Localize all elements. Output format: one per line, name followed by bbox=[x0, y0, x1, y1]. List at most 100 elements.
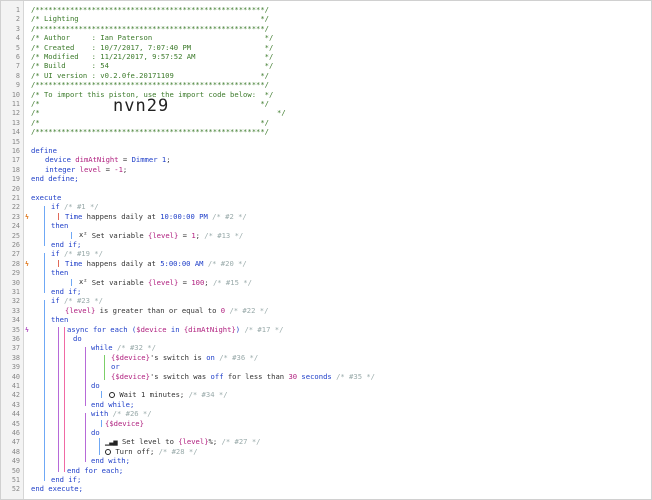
code-token: /* #23 */ bbox=[63, 296, 103, 306]
code-token: seconds bbox=[297, 371, 332, 381]
code-line: while /* #32 */ bbox=[91, 343, 156, 352]
line-number: 35 bbox=[11, 325, 20, 334]
code-token: do bbox=[73, 334, 82, 343]
created-line: /* Created : 10/7/2017, 7:07:40 PM */ bbox=[31, 42, 274, 52]
line-number: 29 bbox=[11, 269, 20, 278]
code-token: {level} bbox=[178, 437, 209, 447]
code-token: /* #36 */ bbox=[219, 352, 259, 362]
integer-keyword: integer bbox=[45, 164, 76, 174]
code-line: /***************************************… bbox=[31, 127, 269, 136]
code-token: 30 bbox=[288, 371, 298, 381]
code-token: {dimAtNight} bbox=[183, 324, 236, 334]
comment-blank: /* bbox=[31, 108, 40, 118]
code-line: do bbox=[91, 381, 100, 390]
code-token: {$device} bbox=[111, 352, 150, 362]
line-number-gutter: 1 2 3 4 5 6 7 8 9 10 11 12 13 14 15 16 17 18 19 20 21 22 23 24 2… bbox=[1, 1, 24, 499]
code-line: {$device}'s switch was off for less than… bbox=[111, 372, 375, 381]
code-line: end if; bbox=[51, 475, 81, 484]
code-token: off bbox=[210, 371, 224, 381]
code-token: $device bbox=[136, 324, 167, 334]
line-number: 33 bbox=[11, 306, 20, 315]
code-line: then bbox=[51, 268, 68, 277]
code-line: /***************************************… bbox=[31, 24, 269, 33]
code-token: then bbox=[51, 268, 69, 278]
code-line: if /* #19 */ bbox=[51, 249, 103, 258]
code-token: Set variable bbox=[87, 230, 149, 240]
code-line: integer level = -1; bbox=[45, 165, 127, 174]
line-number: 37 bbox=[11, 344, 20, 353]
code-line: /***************************************… bbox=[31, 5, 269, 14]
code-line: /* Modified : 11/21/2017, 9:57:52 AM */ bbox=[31, 52, 273, 61]
code-token: /* #19 */ bbox=[63, 249, 103, 259]
code-token: for each ( bbox=[88, 324, 137, 334]
code-line: /* Created : 10/7/2017, 7:07:40 PM */ bbox=[31, 43, 273, 52]
build-line: /* Build : 54 */ bbox=[31, 61, 274, 71]
line-number: 28 bbox=[11, 259, 20, 268]
line-number: 2 bbox=[15, 15, 20, 24]
signal-level-icon: ▁▃▅ bbox=[105, 437, 118, 446]
line-number: 14 bbox=[11, 128, 20, 137]
code-line: /***************************************… bbox=[31, 80, 269, 89]
indent-guide bbox=[85, 347, 86, 406]
code-token: while bbox=[91, 343, 113, 353]
indent-guide bbox=[85, 413, 86, 463]
code-token: /* #2 */ bbox=[212, 211, 247, 221]
code-token: happens daily at bbox=[82, 258, 161, 268]
code-line: define bbox=[31, 146, 57, 155]
trigger-time: 10:00:00 PM bbox=[160, 211, 208, 221]
code-token: happens daily at bbox=[82, 211, 161, 221]
trigger-marker-icon: ϟ bbox=[25, 212, 29, 221]
code-token: /* #20 */ bbox=[207, 258, 247, 268]
trigger-marker-icon: ϟ bbox=[25, 325, 29, 334]
code-line: Wait 1 minutes; /* #34 */ bbox=[109, 390, 228, 399]
code-line: do bbox=[91, 428, 100, 437]
end-define: end define; bbox=[31, 174, 79, 184]
code-token: Time bbox=[65, 258, 83, 268]
code-token: in bbox=[166, 324, 184, 334]
line-number: 11 bbox=[11, 100, 20, 108]
code-token: async bbox=[67, 324, 89, 334]
code-token: Set variable bbox=[87, 277, 149, 287]
line-number: 9 bbox=[15, 81, 20, 90]
code-token: /* #34 */ bbox=[188, 390, 228, 400]
code-line: ▁▃▅ Set level to {level}%; /* #27 */ bbox=[105, 437, 260, 447]
line-number: 13 bbox=[11, 118, 20, 127]
code-token: /* #32 */ bbox=[116, 343, 156, 353]
line-number: 7 bbox=[15, 62, 20, 71]
code-token: end if; bbox=[51, 240, 82, 249]
line-number: 41 bbox=[11, 382, 20, 390]
line-number: 46 bbox=[11, 429, 20, 437]
if-keyword: if bbox=[51, 296, 60, 306]
code-line: /* Lighting */ bbox=[31, 14, 269, 23]
line-number: 20 bbox=[11, 184, 20, 193]
line-number: 24 bbox=[11, 222, 20, 231]
line-number: 31 bbox=[11, 288, 20, 296]
code-line: or bbox=[111, 362, 120, 371]
line-number: 45 bbox=[11, 419, 20, 428]
line-number: 15 bbox=[11, 137, 20, 146]
header-border: /***************************************… bbox=[31, 5, 269, 14]
code-token: ; bbox=[166, 155, 171, 165]
code-token: /* #27 */ bbox=[221, 437, 261, 447]
line-number: 6 bbox=[15, 53, 20, 61]
line-number: 22 bbox=[11, 203, 20, 212]
code-line: /* UI version : v0.2.0fe.20171109 */ bbox=[31, 71, 269, 80]
line-number: 51 bbox=[11, 476, 20, 484]
code-line: /* Author : Ian Paterson */ bbox=[31, 33, 273, 42]
comment-blank: /* */ bbox=[31, 117, 269, 127]
indent-guide bbox=[44, 300, 45, 481]
indent-guide bbox=[99, 438, 100, 455]
code-line: x² Set variable {level} = 100; /* #15 */ bbox=[79, 278, 252, 288]
indent-guide bbox=[71, 231, 72, 239]
line-number: 49 bbox=[11, 457, 20, 466]
code-line: Turn off; /* #28 */ bbox=[105, 447, 198, 456]
line-number: 34 bbox=[11, 316, 20, 325]
line-number: 27 bbox=[11, 250, 20, 259]
line-number: 23 bbox=[11, 212, 20, 221]
import-code[interactable]: nvn29 bbox=[113, 98, 169, 115]
indent-guide bbox=[104, 354, 105, 380]
code-token: /* #17 */ bbox=[244, 324, 284, 334]
code-line: if /* #23 */ bbox=[51, 296, 103, 305]
variable-name: level bbox=[79, 164, 102, 174]
line-number: 17 bbox=[11, 156, 20, 165]
